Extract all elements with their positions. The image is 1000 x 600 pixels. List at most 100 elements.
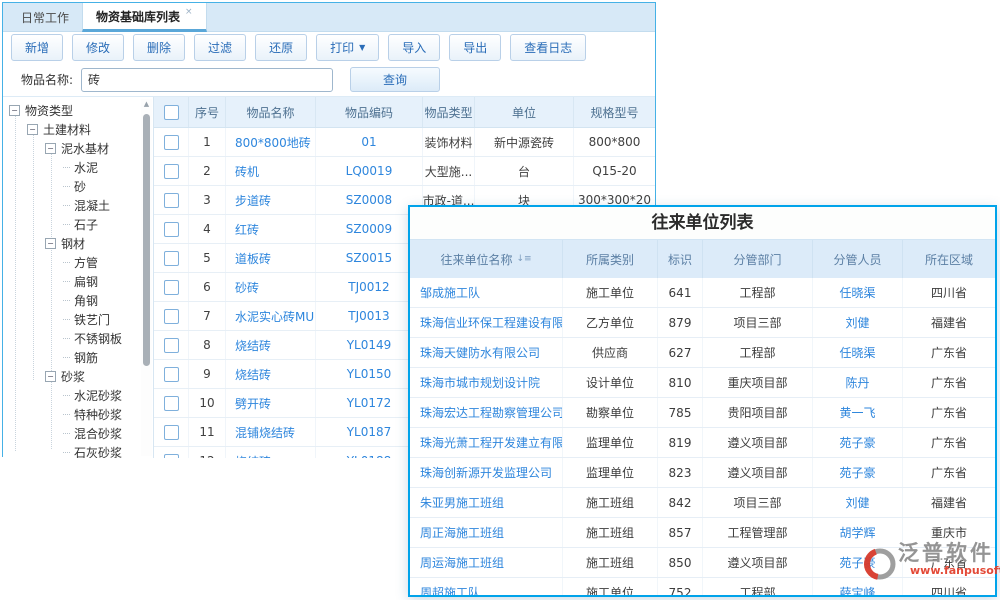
- collapse-icon[interactable]: −: [9, 105, 20, 116]
- cell-name[interactable]: 水泥实心砖MU10: [225, 302, 315, 330]
- cell-code[interactable]: SZ0008: [315, 186, 422, 214]
- cell-code[interactable]: LQ0019: [315, 157, 422, 185]
- column-header[interactable]: 分管部门: [702, 240, 812, 278]
- row-checkbox[interactable]: [164, 193, 179, 208]
- cell-name[interactable]: 珠海宏达工程勘察管理公司: [410, 398, 562, 427]
- collapse-icon[interactable]: −: [27, 124, 38, 135]
- tree-node[interactable]: 特种砂浆: [3, 405, 153, 424]
- cell-name[interactable]: 朱亚男施工班组: [410, 488, 562, 517]
- cell-name[interactable]: 劈开砖: [225, 389, 315, 417]
- add-button[interactable]: 新增: [11, 34, 63, 61]
- tree-node[interactable]: 水泥砂浆: [3, 386, 153, 405]
- edit-button[interactable]: 修改: [72, 34, 124, 61]
- cell-name[interactable]: 珠海天健防水有限公司: [410, 338, 562, 367]
- cell-person[interactable]: 苑子豪: [812, 428, 902, 457]
- restore-button[interactable]: 还原: [255, 34, 307, 61]
- tree-node[interactable]: −物资类型: [3, 101, 153, 120]
- import-button[interactable]: 导入: [388, 34, 440, 61]
- cell-name[interactable]: 烧结砖: [225, 360, 315, 388]
- cell-name[interactable]: 红砖: [225, 215, 315, 243]
- cell-name[interactable]: 烧结砖: [225, 331, 315, 359]
- select-all-checkbox[interactable]: [164, 105, 179, 120]
- cell-name[interactable]: 周超施工队: [410, 578, 562, 597]
- cell-code[interactable]: SZ0009: [315, 215, 422, 243]
- cell-name[interactable]: 珠海市城市规划设计院: [410, 368, 562, 397]
- tree-node[interactable]: −钢材: [3, 234, 153, 253]
- column-header[interactable]: 所在区域: [902, 240, 995, 278]
- row-checkbox[interactable]: [164, 396, 179, 411]
- cell-name[interactable]: 珠海信业环保工程建设有限...: [410, 308, 562, 337]
- tree-scrollbar[interactable]: ▲: [141, 99, 152, 456]
- scroll-up-icon[interactable]: ▲: [141, 100, 152, 108]
- cell-name[interactable]: 周正海施工班组: [410, 518, 562, 547]
- cell-name[interactable]: 邹成施工队: [410, 278, 562, 307]
- cell-person[interactable]: 任晓渠: [812, 278, 902, 307]
- tree-node[interactable]: 角钢: [3, 291, 153, 310]
- cell-person[interactable]: 陈丹: [812, 368, 902, 397]
- filter-button[interactable]: 过滤: [194, 34, 246, 61]
- cell-person[interactable]: 刘健: [812, 488, 902, 517]
- cell-code[interactable]: YL0150: [315, 360, 422, 388]
- cell-person[interactable]: 任晓渠: [812, 338, 902, 367]
- item-name-input[interactable]: [81, 68, 333, 92]
- tree-node[interactable]: 砂: [3, 177, 153, 196]
- row-checkbox[interactable]: [164, 425, 179, 440]
- cell-name[interactable]: 道板砖: [225, 244, 315, 272]
- column-header[interactable]: 所属类别: [562, 240, 657, 278]
- collapse-icon[interactable]: −: [45, 143, 56, 154]
- column-header[interactable]: 标识: [657, 240, 702, 278]
- delete-button[interactable]: 删除: [133, 34, 185, 61]
- scrollbar-thumb[interactable]: [143, 114, 150, 366]
- tree-node[interactable]: −泥水基材: [3, 139, 153, 158]
- column-header[interactable]: 分管人员: [812, 240, 902, 278]
- cell-code[interactable]: YL0187: [315, 418, 422, 446]
- cell-name[interactable]: 800*800地砖: [225, 128, 315, 156]
- cell-name[interactable]: 周运海施工班组: [410, 548, 562, 577]
- tree-node[interactable]: 水泥: [3, 158, 153, 177]
- cell-code[interactable]: TJ0012: [315, 273, 422, 301]
- tree-node[interactable]: −砂浆: [3, 367, 153, 386]
- tab-material-base-list[interactable]: 物资基础库列表×: [82, 3, 207, 32]
- cell-name[interactable]: 步道砖: [225, 186, 315, 214]
- row-checkbox[interactable]: [164, 309, 179, 324]
- cell-name[interactable]: 砂砖: [225, 273, 315, 301]
- tree-node[interactable]: 石灰砂浆: [3, 443, 153, 458]
- tree-node[interactable]: 方管: [3, 253, 153, 272]
- cell-name[interactable]: 砖机: [225, 157, 315, 185]
- tree-node[interactable]: 铁艺门: [3, 310, 153, 329]
- cell-code[interactable]: YL0149: [315, 331, 422, 359]
- cell-name[interactable]: 混铺烧结砖: [225, 418, 315, 446]
- row-checkbox[interactable]: [164, 222, 179, 237]
- tree-node[interactable]: 混合砂浆: [3, 424, 153, 443]
- row-checkbox[interactable]: [164, 251, 179, 266]
- row-checkbox[interactable]: [164, 367, 179, 382]
- tab-daily-work[interactable]: 日常工作: [8, 3, 82, 31]
- sort-icon[interactable]: ↓≡: [516, 254, 531, 264]
- cell-code[interactable]: 01: [315, 128, 422, 156]
- cell-code[interactable]: SZ0015: [315, 244, 422, 272]
- tree-node[interactable]: 扁钢: [3, 272, 153, 291]
- cell-person[interactable]: 刘健: [812, 308, 902, 337]
- column-header[interactable]: 往来单位名称↓≡: [410, 240, 562, 278]
- export-button[interactable]: 导出: [449, 34, 501, 61]
- tree-node[interactable]: 石子: [3, 215, 153, 234]
- row-checkbox[interactable]: [164, 135, 179, 150]
- print-button[interactable]: 打印▼: [316, 34, 379, 61]
- collapse-icon[interactable]: −: [45, 238, 56, 249]
- cell-person[interactable]: 黄一飞: [812, 398, 902, 427]
- tree-node[interactable]: 混凝土: [3, 196, 153, 215]
- tree-node[interactable]: 不锈钢板: [3, 329, 153, 348]
- cell-code[interactable]: TJ0013: [315, 302, 422, 330]
- query-button[interactable]: 查询: [350, 67, 440, 92]
- row-checkbox[interactable]: [164, 164, 179, 179]
- close-icon[interactable]: ×: [185, 3, 193, 17]
- cell-name[interactable]: 珠海创新源开发监理公司: [410, 458, 562, 487]
- tree-node[interactable]: −土建材料: [3, 120, 153, 139]
- cell-code[interactable]: YL0172: [315, 389, 422, 417]
- cell-person[interactable]: 苑子豪: [812, 458, 902, 487]
- row-checkbox[interactable]: [164, 338, 179, 353]
- cell-name[interactable]: 珠海光萧工程开发建立有限...: [410, 428, 562, 457]
- cell-code[interactable]: YL0188: [315, 447, 422, 458]
- collapse-icon[interactable]: −: [45, 371, 56, 382]
- tree-node[interactable]: 钢筋: [3, 348, 153, 367]
